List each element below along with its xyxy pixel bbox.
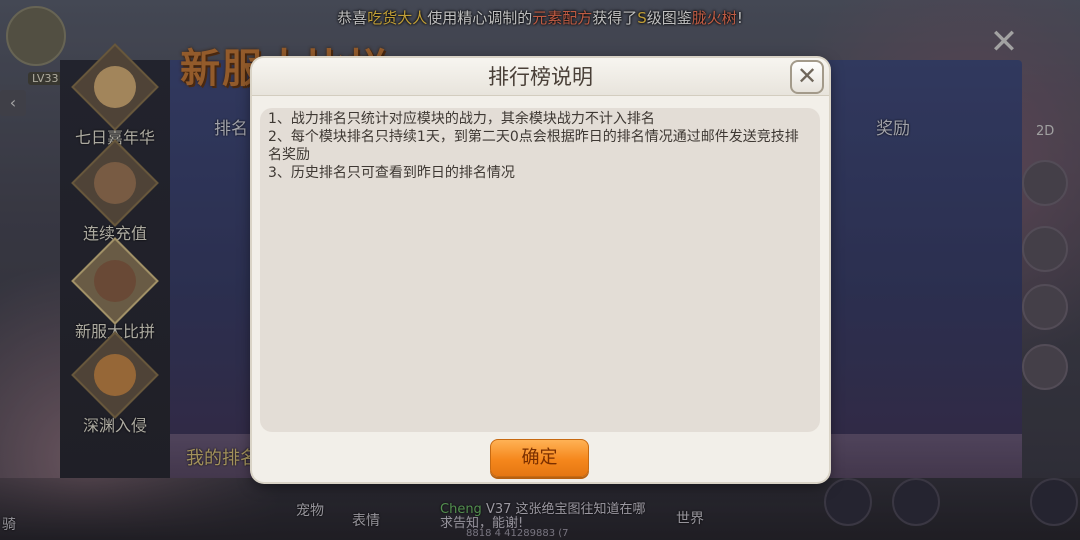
rule-item: 3、历史排名只可查看到昨日的排名情况 bbox=[268, 165, 515, 181]
close-icon[interactable]: ✕ bbox=[790, 60, 824, 94]
rules-panel: 1、战力排名只统计对应模块的战力，其余模块战力不计入排名 2、每个模块排名只持续… bbox=[260, 108, 820, 432]
confirm-button[interactable]: 确定 bbox=[490, 439, 589, 477]
rule-item: 2、每个模块排名只持续1天，到第二天0点会根据昨日的排名情况通过邮件发送竞技排名… bbox=[268, 129, 799, 163]
dialog-title: 排行榜说明 bbox=[488, 65, 593, 89]
ranking-info-dialog: 排行榜说明 ✕ 1、战力排名只统计对应模块的战力，其余模块战力不计入排名 2、每… bbox=[252, 58, 829, 482]
rule-item: 1、战力排名只统计对应模块的战力，其余模块战力不计入排名 bbox=[268, 111, 655, 127]
